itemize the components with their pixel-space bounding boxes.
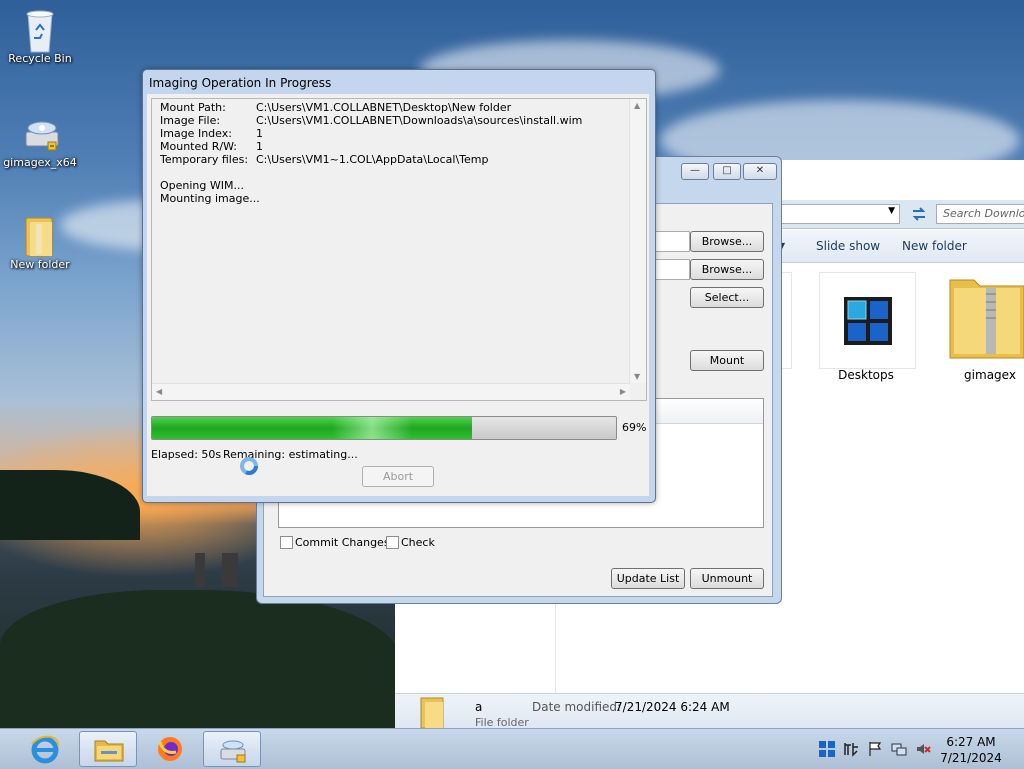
log-key: Mounted R/W: <box>160 140 238 153</box>
scroll-left-icon[interactable]: ◀ <box>156 387 162 396</box>
commit-changes-checkbox[interactable] <box>280 536 293 549</box>
desktop-icon-recycle-bin[interactable]: Recycle Bin <box>0 8 80 65</box>
busy-cursor-icon <box>239 456 259 476</box>
log-key: Mount Path: <box>160 101 226 114</box>
file-label: Desktops <box>838 368 894 382</box>
firefox-icon <box>158 737 182 761</box>
pier-post <box>222 553 238 587</box>
horizontal-scrollbar[interactable]: ◀ ▶ <box>152 383 630 400</box>
log-row: Mounted R/W: 1 <box>160 140 263 153</box>
minimize-button[interactable]: — <box>681 163 709 180</box>
island-silhouette <box>0 470 140 540</box>
log-key: Image Index: <box>160 127 232 140</box>
new-folder-button[interactable]: New folder <box>902 239 967 253</box>
log-row: Image File: C:\Users\VM1.COLLABNET\Downlo… <box>160 114 582 127</box>
desktop-icon-gimagex[interactable]: gimagex_x64 <box>0 112 80 169</box>
browse-mount-path-button[interactable]: Browse... <box>690 231 764 252</box>
slideshow-button[interactable]: Slide show <box>816 239 880 253</box>
action-center-flag-icon[interactable] <box>867 741 883 757</box>
desktops-tray-icon[interactable] <box>819 741 835 757</box>
chevron-down-icon[interactable]: ▼ <box>888 206 895 216</box>
log-key: Temporary files: <box>160 153 249 166</box>
elapsed-time: Elapsed: 50s <box>151 448 222 461</box>
log-value: C:\Users\VM1.COLLABNET\Downloads\a\sourc… <box>256 114 583 127</box>
progress-bar <box>151 416 617 440</box>
details-name: a <box>475 700 483 714</box>
log-row: Image Index: 1 <box>160 127 263 140</box>
desktops-app-icon <box>844 297 892 345</box>
log-value: 1 <box>256 140 263 153</box>
file-tile-desktops[interactable] <box>819 272 916 369</box>
log-row: Temporary files: C:\Users\VM1~1.COL\AppDa… <box>160 153 489 166</box>
vertical-scrollbar[interactable]: ▲ ▼ <box>629 99 646 383</box>
clock-time: 6:27 AM <box>946 735 996 749</box>
clock-date: 7/21/2024 <box>940 751 1002 765</box>
maximize-button[interactable]: □ <box>713 163 741 180</box>
folder-icon <box>420 697 444 729</box>
network-icon[interactable] <box>891 741 907 757</box>
input-language-icon[interactable] <box>843 741 859 757</box>
log-row: Mount Path: C:\Users\VM1.COLLABNET\Deskto… <box>160 101 511 114</box>
file-label: gimagex <box>964 368 1016 382</box>
select-index-button[interactable]: Select... <box>690 287 764 308</box>
desktop-icon-label: New folder <box>10 258 70 271</box>
taskbar-gimagex-button[interactable] <box>203 731 261 767</box>
dialog-body: Mount Path: C:\Users\VM1.COLLABNET\Deskto… <box>147 94 649 496</box>
zip-folder-icon[interactable] <box>948 270 1024 360</box>
details-pane: a File folder Date modified: 7/21/2024 6… <box>395 693 1024 731</box>
check-label: Check <box>401 536 435 549</box>
taskbar-ie-button[interactable] <box>16 731 74 767</box>
details-date-value: 7/21/2024 6:24 AM <box>615 700 730 714</box>
volume-muted-icon[interactable] <box>915 741 931 757</box>
scroll-down-icon[interactable]: ▼ <box>634 372 640 381</box>
progress-bar-fill <box>152 417 473 439</box>
log-value: C:\Users\VM1~1.COL\AppData\Local\Temp <box>256 153 489 166</box>
details-date-label: Date modified: <box>532 700 622 714</box>
folder-icon <box>20 214 60 257</box>
search-input[interactable]: Search Downlo <box>936 204 1024 224</box>
log-message: Opening WIM... <box>160 179 244 192</box>
explorer-icon <box>94 740 124 762</box>
recycle-bin-icon <box>20 8 60 53</box>
image-file-field[interactable] <box>654 259 690 280</box>
mount-path-field[interactable] <box>654 231 690 252</box>
desktop-icon-new-folder[interactable]: New folder <box>0 214 80 271</box>
log-message: Mounting image... <box>160 192 260 205</box>
unmount-button[interactable]: Unmount <box>690 568 764 589</box>
progress-percent: 69% <box>622 421 647 434</box>
update-list-button[interactable]: Update List <box>611 568 685 589</box>
scroll-right-icon[interactable]: ▶ <box>620 387 626 396</box>
imaging-progress-dialog: Imaging Operation In Progress Mount Path… <box>142 69 656 503</box>
log-key: Image File: <box>160 114 221 127</box>
gimagex-app-icon <box>20 112 60 152</box>
check-checkbox[interactable] <box>386 536 399 549</box>
progress-bar-shine <box>332 417 413 439</box>
gimagex-icon <box>220 740 246 763</box>
close-button[interactable]: ✕ <box>743 163 777 180</box>
desktop-icon-label: gimagex_x64 <box>3 156 77 169</box>
taskbar-firefox-button[interactable] <box>141 731 199 767</box>
scroll-up-icon[interactable]: ▲ <box>634 101 640 110</box>
ie-icon <box>31 735 60 764</box>
taskbar: 6:27 AM 7/21/2024 <box>0 728 1024 769</box>
browse-image-file-button[interactable]: Browse... <box>690 259 764 280</box>
abort-button[interactable]: Abort <box>362 466 434 487</box>
refresh-icon[interactable] <box>907 204 931 224</box>
address-path-field[interactable]: ▼ <box>778 204 900 224</box>
dialog-title: Imaging Operation In Progress <box>149 76 332 90</box>
log-value: 1 <box>256 127 263 140</box>
operation-log: Mount Path: C:\Users\VM1.COLLABNET\Deskto… <box>151 98 647 401</box>
taskbar-explorer-button[interactable] <box>79 731 137 767</box>
system-clock[interactable]: 6:27 AM 7/21/2024 <box>936 734 1006 766</box>
log-value: C:\Users\VM1.COLLABNET\Desktop\New folde… <box>256 101 512 114</box>
shore-vegetation <box>0 590 400 728</box>
commit-changes-label: Commit Changes <box>295 536 390 549</box>
pier-post <box>195 553 205 587</box>
mount-button[interactable]: Mount <box>690 350 764 371</box>
